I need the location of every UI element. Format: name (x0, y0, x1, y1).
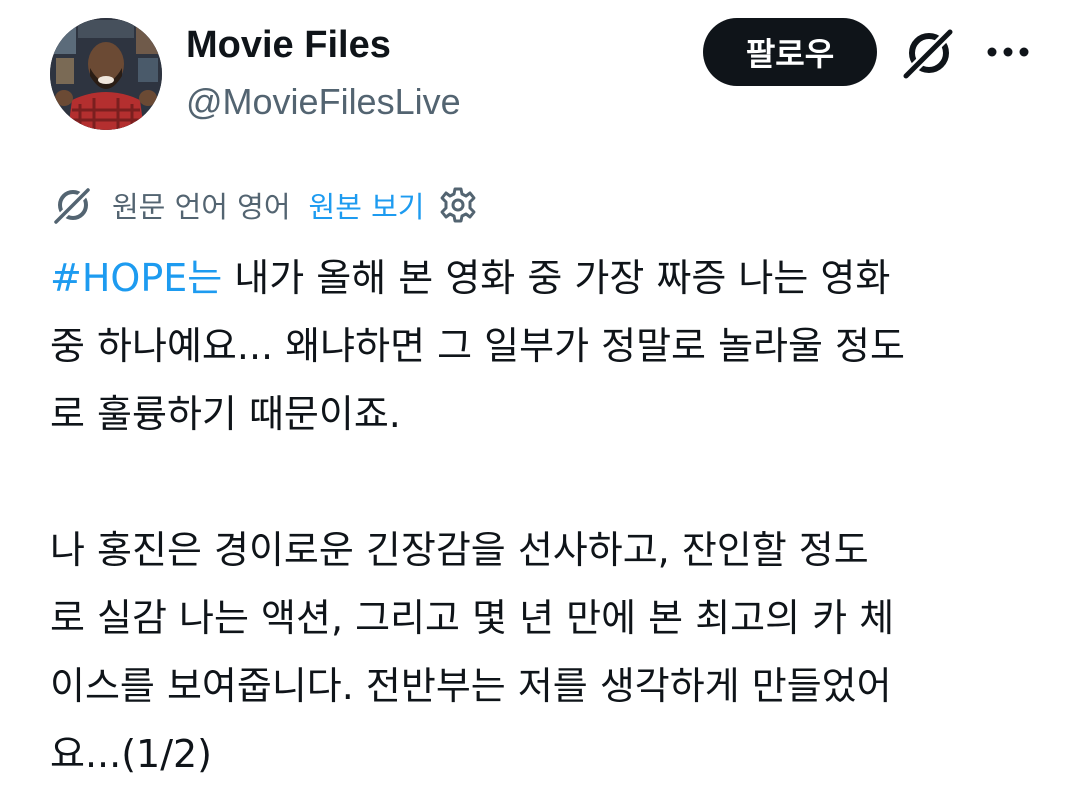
follow-button-label: 팔로우 (745, 35, 835, 73)
avatar[interactable] (50, 18, 162, 130)
grok-icon-svg (900, 26, 956, 82)
more-dots-svg (987, 47, 1029, 57)
author-display-name[interactable]: Movie Files (186, 22, 391, 68)
more-icon[interactable] (982, 30, 1034, 74)
tweet-line: 이스를 보여줍니다. 전반부는 저를 생각하게 만들었어 (50, 664, 892, 708)
tweet-line: 로 실감 나는 액션, 그리고 몇 년 만에 본 최고의 카 체 (50, 596, 895, 640)
gear-icon[interactable] (438, 185, 478, 225)
translation-note: 원문 언어 영어 (112, 190, 291, 224)
grok-translate-icon (51, 185, 93, 227)
tweet-text-segment: 내가 올해 본 영화 중 가장 짜증 나는 영화 (222, 256, 891, 300)
translation-bar: 원문 언어 영어 원본 보기 (50, 180, 478, 230)
view-original-link[interactable]: 원본 보기 (309, 184, 425, 226)
tweet-text: #HOPE는 내가 올해 본 영화 중 가장 짜증 나는 영화 중 하나예요..… (50, 244, 1050, 788)
author-handle[interactable]: @MovieFilesLive (186, 80, 461, 124)
tweet-line: 로 훌륭하기 때문이죠. (50, 392, 401, 436)
tweet-line: #HOPE는 내가 올해 본 영화 중 가장 짜증 나는 영화 (50, 244, 1050, 312)
grok-icon[interactable] (898, 22, 960, 84)
follow-button[interactable]: 팔로우 (703, 18, 877, 86)
tweet-line: 중 하나예요... 왜냐하면 그 일부가 정말로 놀라울 정도 (50, 324, 905, 368)
tweet-line: 요...(1/2) (50, 732, 213, 776)
avatar-image (50, 18, 162, 130)
hashtag-link[interactable]: #HOPE는 (50, 256, 222, 300)
tweet-line: 나 홍진은 경이로운 긴장감을 선사하고, 잔인할 정도 (50, 528, 869, 572)
